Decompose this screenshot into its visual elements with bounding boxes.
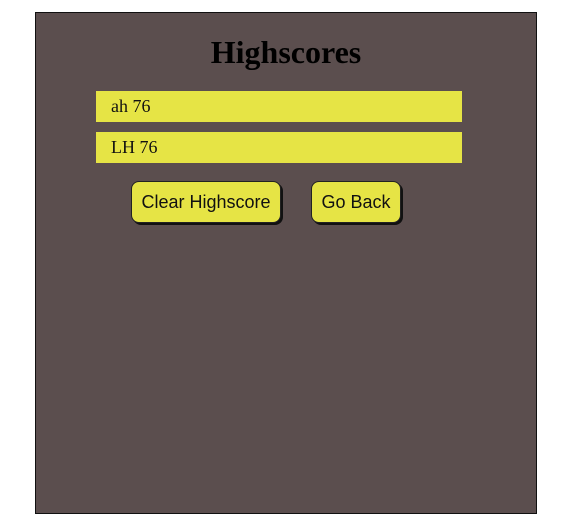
page-title: Highscores — [210, 34, 362, 70]
clear-highscore-button[interactable]: Clear Highscore — [131, 181, 281, 223]
highscores-panel: Highscores ah 76 LH 76 Clear Highscore G… — [35, 12, 537, 514]
highscore-entry: LH 76 — [96, 132, 462, 163]
go-back-button[interactable]: Go Back — [311, 181, 401, 223]
highscore-list: ah 76 LH 76 — [96, 91, 462, 173]
highscore-entry: ah 76 — [96, 91, 462, 122]
